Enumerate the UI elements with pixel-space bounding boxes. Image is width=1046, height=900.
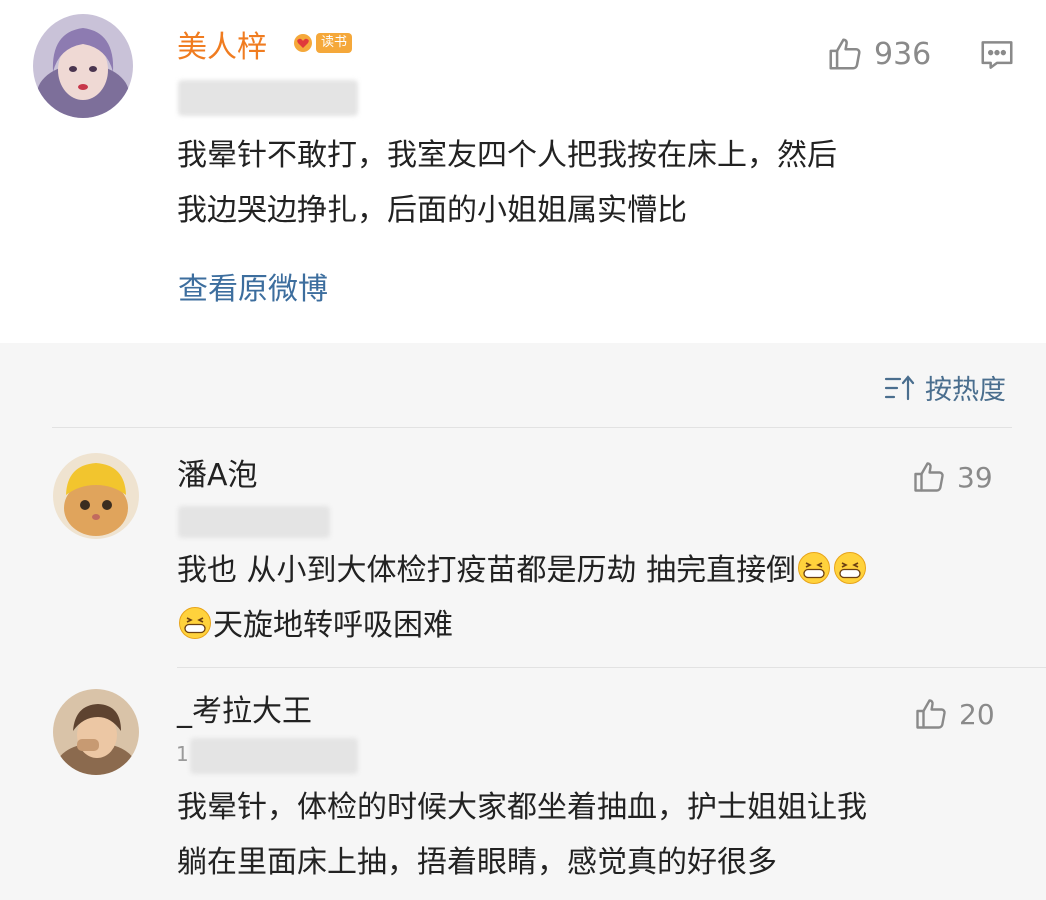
avatar[interactable] xyxy=(53,689,139,775)
grin-emoji-icon xyxy=(798,552,831,584)
thumbs-up-icon xyxy=(829,38,861,70)
user-badge[interactable]: 读书 xyxy=(293,33,353,53)
like-count: 936 xyxy=(874,36,932,72)
divider xyxy=(52,427,1012,428)
thumbs-up-icon xyxy=(916,699,946,729)
post-text-line-1: 我晕针不敢打，我室友四个人把我按在床上，然后 xyxy=(177,138,837,173)
post-text-line-2: 我边哭边挣扎，后面的小姐姐属实懵比 xyxy=(177,193,687,228)
grin-emoji-icon xyxy=(834,552,867,584)
like-button[interactable]: 20 xyxy=(913,696,995,732)
comment-icon[interactable] xyxy=(978,36,1016,78)
sort-by-hot-button[interactable]: 按热度 xyxy=(883,368,1006,407)
comment-meta: 1 xyxy=(176,742,189,766)
comment-text-line-2: 天旋地转呼吸困难 xyxy=(177,598,453,653)
sort-label: 按热度 xyxy=(925,375,1006,406)
badge-label: 读书 xyxy=(316,33,353,53)
view-original-link[interactable]: 查看原微博 xyxy=(178,270,328,310)
like-button[interactable]: 936 xyxy=(826,35,931,73)
comment-text-line-2: 躺在里面床上抽，捂着眼睛，感觉真的好很多 xyxy=(177,845,777,880)
username[interactable]: _考拉大王 xyxy=(177,694,312,730)
like-button[interactable]: 39 xyxy=(911,459,993,495)
avatar[interactable] xyxy=(33,14,133,118)
blurred-timestamp xyxy=(178,80,358,116)
like-count: 20 xyxy=(959,697,995,731)
blurred-timestamp xyxy=(190,738,358,774)
comment-text-line-1: 我也 从小到大体检打疫苗都是历劫 抽完直接倒 xyxy=(177,543,868,598)
grin-emoji-icon xyxy=(179,607,211,639)
heart-badge-icon xyxy=(294,34,312,52)
thumbs-up-icon xyxy=(914,462,944,492)
sort-icon xyxy=(884,374,915,400)
comment-text-line-1: 我晕针，体检的时候大家都坐着抽血，护士姐姐让我 xyxy=(177,790,867,825)
main-post: 美人梓 读书 936 我晕针不敢打，我室友四个人把我按在床上，然后 我边哭边挣扎… xyxy=(0,0,1046,343)
like-count: 39 xyxy=(957,460,993,494)
username[interactable]: 美人梓 xyxy=(177,30,267,66)
username[interactable]: 潘A泡 xyxy=(177,458,258,494)
divider xyxy=(177,667,1046,668)
avatar[interactable] xyxy=(53,453,139,539)
comment-text: 天旋地转呼吸困难 xyxy=(213,608,453,643)
comment-text: 我也 从小到大体检打疫苗都是历劫 抽完直接倒 xyxy=(177,553,797,588)
blurred-timestamp xyxy=(178,506,330,538)
comment-meta-digit: 1 xyxy=(176,742,189,766)
